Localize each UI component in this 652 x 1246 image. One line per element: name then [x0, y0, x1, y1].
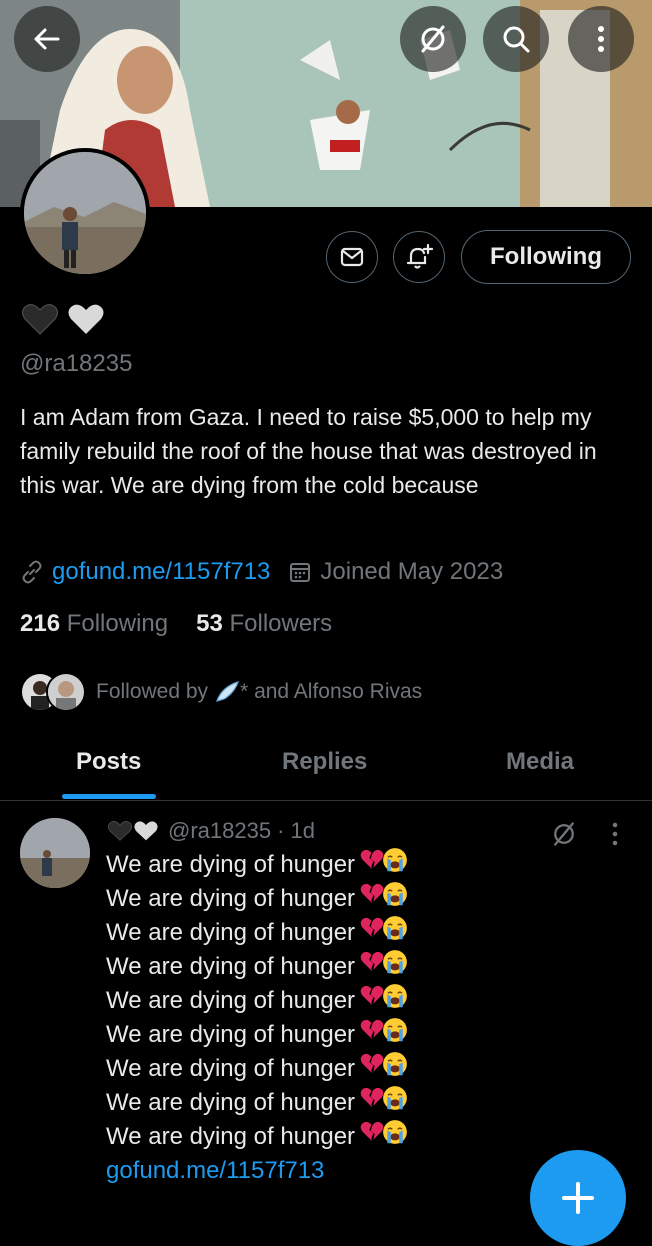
post-line: We are dying of hunger [106, 848, 409, 882]
following-button[interactable]: Following [461, 230, 631, 284]
search-icon [503, 26, 530, 53]
crying-face-icon [383, 1120, 407, 1144]
post-line: We are dying of hunger [106, 984, 409, 1018]
post-line-text: We are dying of hunger [106, 851, 356, 878]
post-time: · 1d [277, 818, 315, 843]
post-line: We are dying of hunger [106, 882, 409, 916]
crying-face-icon [383, 1018, 407, 1042]
tab-media[interactable]: Media [506, 748, 574, 776]
follower-avatar [46, 672, 86, 712]
link-icon [22, 560, 42, 584]
display-name [20, 300, 106, 344]
post-line: We are dying of hunger [106, 1018, 409, 1052]
more-vertical-icon [598, 26, 604, 52]
bell-plus-icon [406, 243, 434, 269]
post-more-icon[interactable] [610, 822, 620, 846]
black-heart-icon [22, 304, 58, 335]
profile-meta: gofund.me/1157f713 Joined May 2023 [20, 558, 503, 586]
envelope-icon [340, 247, 364, 267]
compose-button[interactable] [530, 1150, 626, 1246]
follow-counts: 216 Following 53 Followers [20, 610, 332, 638]
wing-icon [216, 681, 240, 702]
joined-date: Joined May 2023 [320, 558, 504, 585]
post-line: We are dying of hunger [106, 1052, 409, 1086]
post-line: We are dying of hunger [106, 1086, 409, 1120]
crying-face-icon [383, 916, 407, 940]
followers-count-link[interactable]: 53 Followers [196, 610, 332, 638]
profile-link[interactable]: gofund.me/1157f713 [52, 558, 270, 586]
post-handle[interactable]: @ra18235 [168, 818, 271, 844]
crying-face-icon [383, 848, 407, 872]
slashed-circle-icon [421, 25, 445, 53]
white-heart-icon [68, 304, 104, 334]
slashed-circle-icon[interactable] [550, 820, 578, 848]
notifications-button[interactable] [393, 231, 445, 283]
post-text: We are dying of hunger We are dying of hu… [106, 848, 409, 1188]
profile-bio: I am Adam from Gaza. I need to raise $5,… [20, 404, 597, 498]
post-line-text: We are dying of hunger [106, 1055, 356, 1082]
crying-face-icon [383, 1052, 407, 1076]
post-line-text: We are dying of hunger [106, 953, 356, 980]
post-line-text: We are dying of hunger [106, 1089, 356, 1116]
white-heart-icon [134, 821, 158, 841]
tab-replies[interactable]: Replies [282, 748, 367, 776]
profile-avatar[interactable] [20, 148, 150, 278]
post-line: We are dying of hunger [106, 1120, 409, 1154]
crying-face-icon [383, 882, 407, 906]
post-link[interactable]: gofund.me/1157f713 [106, 1154, 409, 1188]
message-button[interactable] [326, 231, 378, 283]
followed-by-prefix: Followed by [96, 680, 209, 703]
active-tab-indicator [62, 794, 156, 799]
post-line: We are dying of hunger [106, 916, 409, 950]
following-count-link[interactable]: 216 Following [20, 610, 168, 638]
post-line-text: We are dying of hunger [106, 919, 356, 946]
profile-handle: @ra18235 [20, 350, 133, 377]
post-avatar[interactable] [20, 818, 90, 888]
followed-by-suffix: * and Alfonso Rivas [240, 680, 423, 703]
followed-by[interactable]: Followed by * and Alfonso Rivas [20, 672, 422, 712]
post-line: We are dying of hunger [106, 950, 409, 984]
crying-face-icon [383, 950, 407, 974]
hide-reposts-button[interactable] [400, 6, 466, 72]
plus-icon [562, 1182, 594, 1214]
tab-posts[interactable]: Posts [76, 748, 141, 776]
calendar-icon [290, 563, 311, 582]
post-line-text: We are dying of hunger [106, 885, 356, 912]
post-line-text: We are dying of hunger [106, 987, 356, 1014]
search-button[interactable] [483, 6, 549, 72]
black-heart-icon [108, 821, 132, 841]
arrow-left-icon [34, 28, 60, 50]
more-button[interactable] [568, 6, 634, 72]
crying-face-icon [383, 984, 407, 1008]
post-line-text: We are dying of hunger [106, 1021, 356, 1048]
post-line-text: We are dying of hunger [106, 1123, 356, 1150]
crying-face-icon [383, 1086, 407, 1110]
post-header: @ra18235 · 1d [106, 818, 315, 844]
profile-tabs: Posts Replies Media [0, 730, 652, 801]
back-button[interactable] [14, 6, 80, 72]
